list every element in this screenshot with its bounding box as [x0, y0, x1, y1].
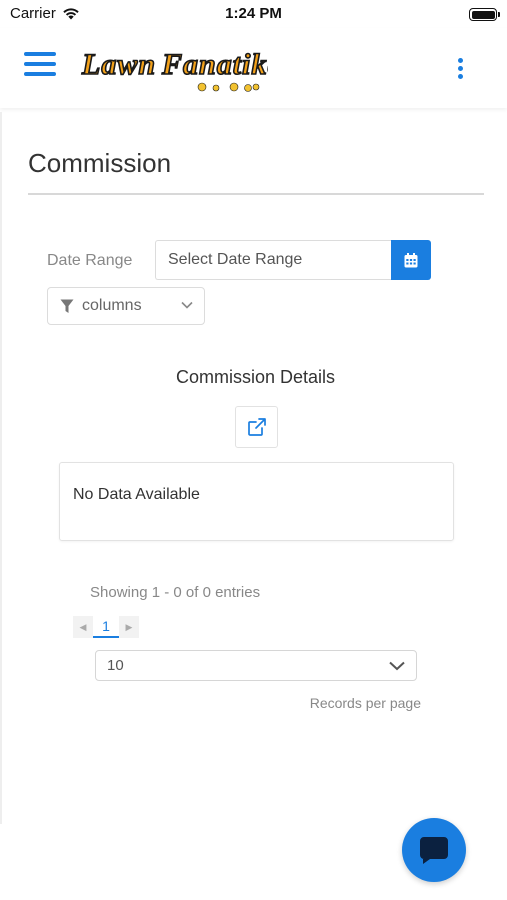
- data-panel: No Data Available: [59, 462, 454, 541]
- empty-state-message: No Data Available: [73, 486, 200, 503]
- battery-icon: [469, 8, 500, 21]
- menu-icon: [24, 52, 56, 56]
- menu-button[interactable]: [24, 52, 56, 80]
- main-content: Commission Date Range columns Commission…: [0, 112, 507, 824]
- pagination: ◀ 1 ▶: [73, 615, 139, 639]
- more-vertical-icon: [457, 58, 463, 63]
- logo-image: Lawn Fanatike: [80, 47, 268, 92]
- filter-icon: [60, 299, 74, 313]
- page-number[interactable]: 1: [93, 616, 119, 638]
- svg-text:Fanatike: Fanatike: [161, 48, 268, 81]
- chevron-down-icon: [389, 661, 405, 671]
- date-range-label: Date Range: [47, 252, 133, 269]
- title-divider: [28, 193, 484, 195]
- next-page-button[interactable]: ▶: [119, 616, 139, 638]
- external-link-icon: [247, 418, 266, 436]
- status-bar: Carrier 1:24 PM: [0, 0, 507, 28]
- date-range-input[interactable]: [155, 240, 392, 280]
- calendar-button[interactable]: [391, 240, 431, 280]
- columns-label: columns: [82, 297, 142, 314]
- per-page-value: 10: [107, 657, 124, 674]
- columns-filter-button[interactable]: columns: [47, 287, 205, 325]
- section-title: Commission Details: [175, 367, 336, 387]
- chevron-down-icon: [181, 301, 193, 309]
- records-per-page-label: Records per page: [309, 695, 421, 711]
- clock: 1:24 PM: [225, 5, 282, 22]
- more-options-button[interactable]: [453, 58, 467, 82]
- entries-info: Showing 1 - 0 of 0 entries: [90, 584, 261, 601]
- records-per-page-select[interactable]: 10: [95, 650, 417, 681]
- chat-button[interactable]: [402, 818, 466, 882]
- app-header: Lawn Fanatike: [0, 28, 507, 108]
- page-title: Commission: [28, 148, 172, 178]
- calendar-icon: [404, 252, 418, 267]
- svg-text:Lawn: Lawn: [81, 48, 156, 81]
- prev-page-button[interactable]: ◀: [73, 616, 93, 638]
- export-button[interactable]: [235, 406, 278, 448]
- chat-icon: [420, 837, 448, 864]
